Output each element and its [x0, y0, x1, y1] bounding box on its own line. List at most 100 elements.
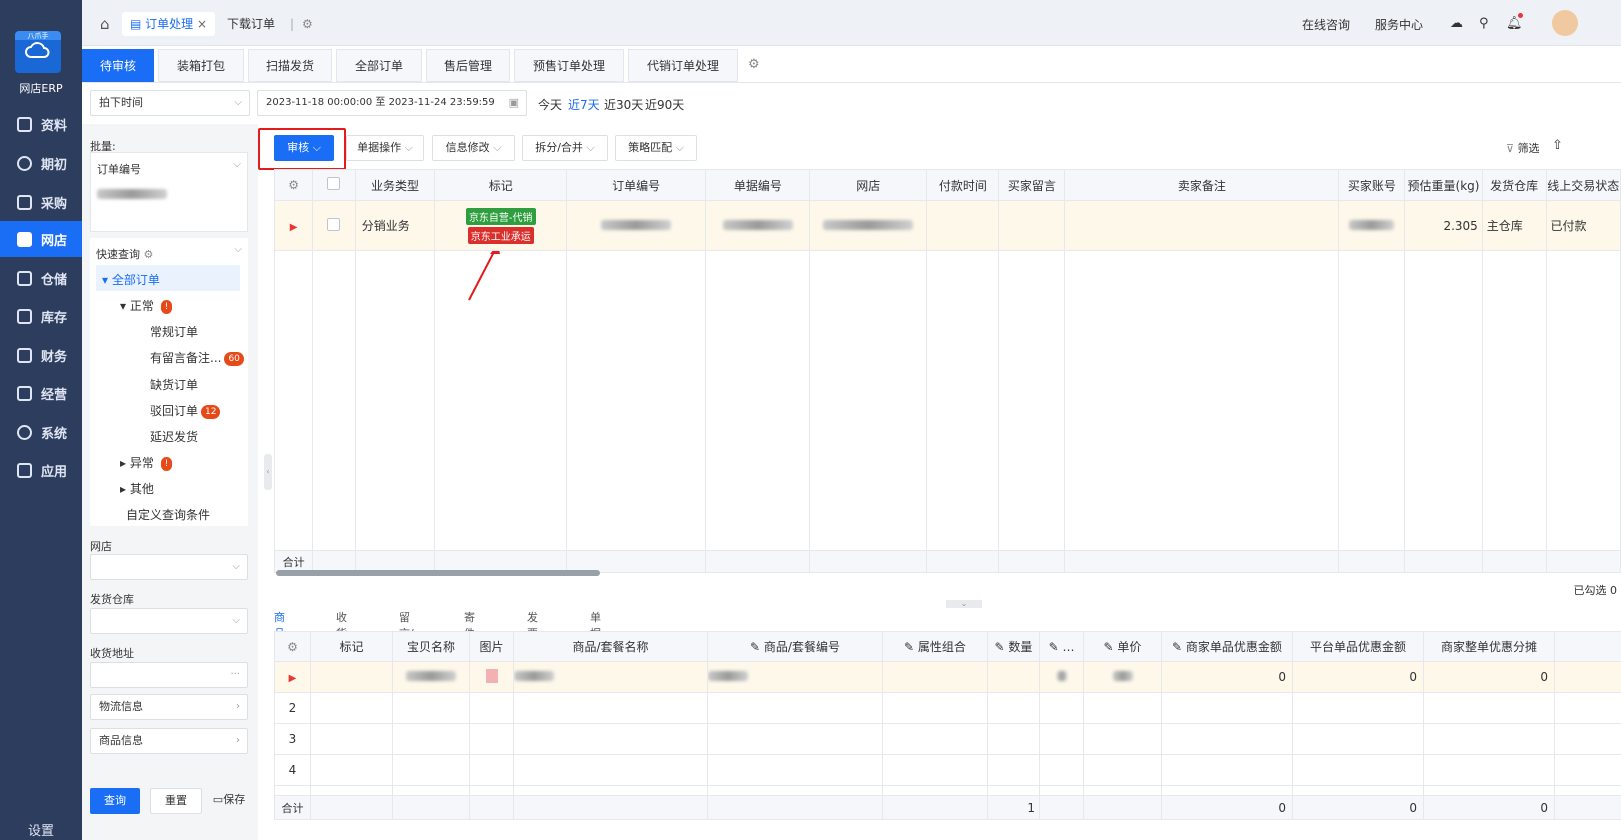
quick-30days[interactable]: 近30天: [604, 96, 643, 113]
nav-item-data[interactable]: 资料: [0, 106, 82, 142]
col-header[interactable]: 平台单品优惠金额: [1292, 631, 1424, 662]
quick-7days[interactable]: 近7天: [568, 96, 600, 113]
nav-item-apps[interactable]: 应用: [0, 452, 82, 488]
time-type-select[interactable]: 拍下时间 ⌵: [90, 90, 250, 116]
date-range-input[interactable]: 2023-11-18 00:00:00 至 2023-11-24 23:59:5…: [257, 90, 527, 116]
home-icon[interactable]: ⌂: [100, 12, 110, 36]
table-row[interactable]: 3: [274, 723, 1621, 755]
tab-consignment[interactable]: 代销订单处理: [628, 49, 738, 82]
nav-item-warehouse[interactable]: 仓储: [0, 260, 82, 296]
quick-90days[interactable]: 近90天: [645, 96, 684, 113]
tab-scan-ship[interactable]: 扫描发货: [248, 49, 332, 82]
nav-item-business[interactable]: 经营: [0, 375, 82, 411]
nav-item-finance[interactable]: 财务: [0, 337, 82, 373]
col-header[interactable]: 预估重量(kg): [1404, 169, 1483, 201]
info-edit-dropdown[interactable]: 信息修改 ⌵: [432, 135, 515, 161]
col-header[interactable]: 业务类型: [354, 169, 436, 201]
avatar[interactable]: [1552, 10, 1578, 36]
gear-icon[interactable]: ⚙: [302, 12, 313, 36]
col-header[interactable]: 网店: [809, 169, 928, 201]
col-header[interactable]: ✎ 商家单品优惠金额: [1161, 631, 1293, 662]
table-row[interactable]: 2: [274, 692, 1621, 724]
nav-item-opening[interactable]: 期初: [0, 145, 82, 181]
tab-pending-review[interactable]: 待审核: [82, 49, 154, 82]
export-icon[interactable]: ⇧: [1552, 138, 1563, 153]
nav-item-inventory[interactable]: 库存: [0, 298, 82, 334]
tab-after-sales[interactable]: 售后管理: [426, 49, 510, 82]
tab-all-orders[interactable]: 全部订单: [336, 49, 422, 82]
logistics-info-expander[interactable]: 物流信息 ›: [90, 694, 248, 720]
table-row[interactable]: 4: [274, 754, 1621, 786]
col-header[interactable]: 标记: [310, 631, 393, 662]
nav-item-system[interactable]: 系统: [0, 414, 82, 450]
app-logo[interactable]: 八爪手: [15, 31, 61, 73]
tree-normal[interactable]: ▾ 正常 !: [120, 297, 173, 314]
goods-info-expander[interactable]: 商品信息 ›: [90, 728, 248, 754]
horizontal-scrollbar[interactable]: [276, 570, 600, 576]
col-header[interactable]: 线上交易状态: [1545, 169, 1621, 201]
tree-regular-orders[interactable]: 常规订单: [150, 323, 198, 340]
search-icon[interactable]: ⚲: [1479, 16, 1489, 31]
tree-custom-query[interactable]: 自定义查询条件: [126, 506, 210, 523]
tree-other[interactable]: ▸ 其他: [120, 480, 154, 497]
warehouse-select[interactable]: ⌵: [90, 608, 248, 634]
col-header[interactable]: 标记: [434, 169, 568, 201]
tree-shortage-orders[interactable]: 缺货订单: [150, 376, 198, 393]
col-header[interactable]: 单据编号: [705, 169, 811, 201]
col-header[interactable]: 付款时间: [926, 169, 1000, 201]
col-header[interactable]: ✎ 属性组合: [882, 631, 988, 662]
collapse-handle-icon[interactable]: ‹: [264, 454, 272, 490]
online-consult-link[interactable]: 在线咨询: [1302, 16, 1350, 33]
tab-order-processing[interactable]: ▤ 订单处理 ×: [122, 12, 216, 36]
tree-rejected-orders[interactable]: 驳回订单 12: [150, 402, 221, 419]
chevron-down-icon[interactable]: ⌵: [233, 159, 241, 170]
strategy-match-dropdown[interactable]: 策略匹配 ⌵: [615, 135, 697, 161]
col-header[interactable]: ✎ 商品/套餐编号: [707, 631, 883, 662]
tree-abnormal[interactable]: ▸ 异常 !: [120, 454, 173, 471]
tab-presale[interactable]: 预售订单处理: [514, 49, 624, 82]
close-icon[interactable]: ×: [197, 17, 207, 31]
tab-packing[interactable]: 装箱打包: [158, 49, 244, 82]
audit-button[interactable]: 审核 ⌵: [274, 135, 334, 161]
tab-settings-gear-icon[interactable]: ⚙: [748, 57, 760, 72]
col-header[interactable]: ✎ …: [1039, 631, 1084, 662]
tree-delayed-shipping[interactable]: 延迟发货: [150, 428, 198, 445]
save-button[interactable]: ▭保存: [208, 788, 250, 814]
cloud-upload-icon[interactable]: ☁: [1450, 16, 1463, 31]
settings-link[interactable]: 设置: [0, 820, 82, 839]
expand-handle-icon[interactable]: ⌄: [946, 600, 982, 608]
col-header[interactable]: 商品/套餐名称: [513, 631, 708, 662]
col-header[interactable]: 发货仓库: [1481, 169, 1547, 201]
row-checkbox[interactable]: [327, 217, 341, 231]
address-input[interactable]: ···: [90, 662, 248, 688]
col-header[interactable]: ✎ 数量: [987, 631, 1040, 662]
col-header[interactable]: 买家留言: [998, 169, 1066, 201]
reset-button[interactable]: 重置: [150, 788, 202, 814]
table-row[interactable]: ▶ 分销业务 京东自营-代销 京东工业承运 2.305 主仓库 已付款: [273, 200, 1621, 251]
table-row[interactable]: ▶ 0 0 0: [274, 661, 1621, 693]
select-all-checkbox[interactable]: [312, 169, 356, 201]
table-settings-gear-icon[interactable]: ⚙: [273, 169, 314, 201]
filter-button[interactable]: ⊽ 筛选: [1506, 140, 1540, 156]
bell-icon[interactable]: 🔔︎: [1506, 13, 1523, 31]
col-header[interactable]: 图片: [469, 631, 514, 662]
col-header[interactable]: 订单编号: [566, 169, 707, 201]
shop-select[interactable]: ⌵: [90, 554, 248, 580]
field-type-select[interactable]: 订单编号: [97, 161, 141, 177]
query-button[interactable]: 查询: [90, 788, 140, 814]
doc-ops-dropdown[interactable]: 单据操作 ⌵: [346, 135, 424, 161]
chevron-down-icon[interactable]: ⌵: [234, 244, 242, 255]
nav-item-purchase[interactable]: 采购: [0, 184, 82, 220]
split-merge-dropdown[interactable]: 拆分/合并 ⌵: [522, 135, 608, 161]
tree-all-orders[interactable]: ▾ 全部订单: [102, 271, 160, 288]
tab-download-orders[interactable]: 下载订单: [227, 12, 275, 36]
order-number-textarea[interactable]: 订单编号 ⌵: [90, 152, 248, 232]
nav-item-store[interactable]: 网店: [0, 221, 82, 257]
col-header[interactable]: 宝贝名称: [392, 631, 470, 662]
col-header[interactable]: ✎ 单价: [1083, 631, 1162, 662]
col-header[interactable]: 商家整单优惠分摊: [1423, 631, 1555, 662]
panel-splitter[interactable]: ‹: [262, 124, 274, 840]
col-header[interactable]: 买家账号: [1338, 169, 1406, 201]
service-center-link[interactable]: 服务中心: [1375, 16, 1423, 33]
tree-remark-orders[interactable]: 有留言备注... 60: [150, 349, 244, 366]
